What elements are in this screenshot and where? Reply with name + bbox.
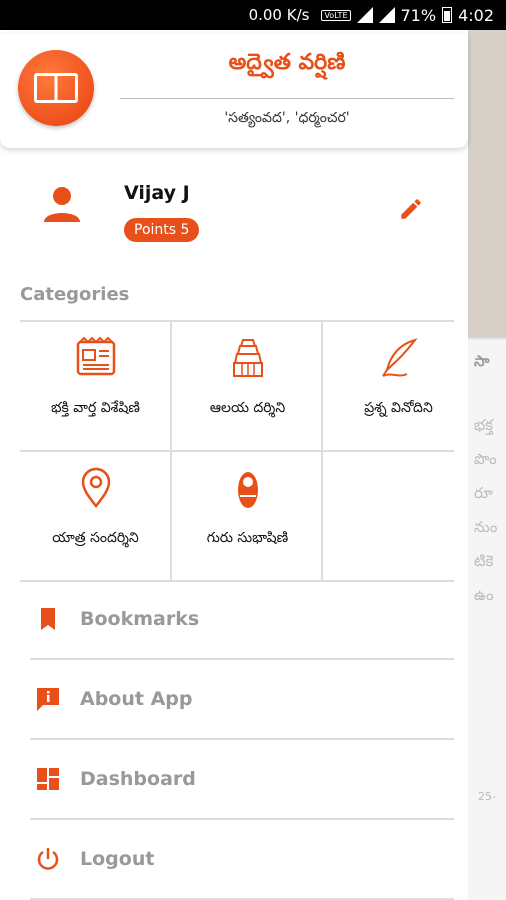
category-label: భక్తి వార్త విశేషిణి [51,400,140,416]
menu-label: Dashboard [80,768,196,790]
location-pin-icon [81,467,110,509]
temple-icon [232,339,263,377]
book-icon [34,73,78,103]
background-text: రూ [474,484,493,502]
menu-label: Bookmarks [80,608,200,630]
category-guru[interactable]: గురు సుభాషిణి [172,452,323,582]
edit-profile-icon[interactable] [398,196,424,222]
power-icon [37,848,59,870]
background-image [468,30,506,338]
menu-label: Logout [80,848,155,870]
dashboard-icon [37,768,59,790]
menu-bookmarks[interactable]: Bookmarks [30,580,454,660]
signal-icon [378,7,395,23]
background-text: ఉం [474,586,494,604]
newspaper-icon [76,336,115,376]
navigation-drawer: అద్వైత వర్షిణి 'సత్యంవద', 'ధర్మంచర' Vija… [0,30,468,900]
drawer-menu: Bookmarks About App Dashboard Logout [30,580,454,900]
background-text: టికె [474,552,494,570]
menu-about-app[interactable]: About App [30,660,454,740]
drawer-header: అద్వైత వర్షిణి 'సత్యంవద', 'ధర్మంచర' [0,34,468,148]
category-label: యాత్ర సందర్శిని [52,530,139,546]
signal-4g-icon [356,7,373,23]
quill-icon [381,338,418,377]
background-text: నుం [474,518,498,536]
category-quiz[interactable]: ప్రశ్న వినోదిని [323,322,474,452]
person-icon [44,187,80,222]
category-temple[interactable]: ఆలయ దర్శిని [172,322,323,452]
clock: 4:02 [458,5,494,25]
category-label: ప్రశ్న వినోదిని [364,400,433,416]
background-content: సా భక్త పొం రూ నుం టికె ఉం 25- [468,30,506,900]
menu-dashboard[interactable]: Dashboard [30,740,454,820]
info-icon [37,688,59,711]
bookmark-icon [41,608,55,630]
status-bar: 0.00 K/s VoLTE 71% 4:02 [0,0,506,30]
guru-icon [237,472,258,508]
battery-percent: 71% [400,5,437,25]
category-label: ఆలయ దర్శిని [209,400,286,416]
categories-heading: Categories [20,284,130,305]
category-yatra[interactable]: యాత్ర సందర్శిని [20,452,171,582]
app-title: అద్వైత వర్షిణి [228,50,346,75]
volte-badge: VoLTE [321,9,351,21]
app-logo [18,50,94,126]
battery-icon [442,7,453,23]
category-bhakti-news[interactable]: భక్తి వార్త విశేషిణి [20,322,171,452]
menu-logout[interactable]: Logout [30,820,454,900]
title-divider [120,98,454,99]
category-label: గురు సుభాషిణి [206,530,289,546]
background-date: 25- [478,790,496,803]
user-name: Vijay J [124,182,190,204]
app-tagline: 'సత్యంవద', 'ధర్మంచర' [224,110,350,126]
network-speed: 0.00 K/s [248,6,310,24]
points-badge: Points 5 [124,218,200,242]
menu-label: About App [80,688,193,710]
categories-grid: భక్తి వార్త విశేషిణి ఆలయ దర్శిని ప్రశ్న … [20,320,454,582]
